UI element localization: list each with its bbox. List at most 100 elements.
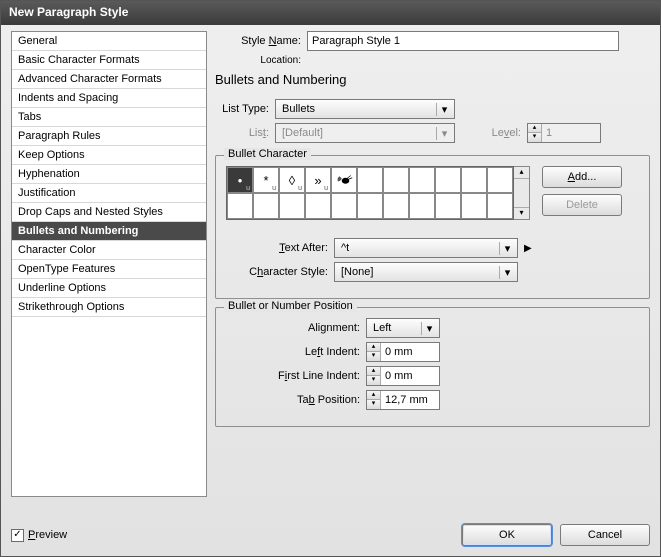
dialog-title: New Paragraph Style: [1, 1, 660, 25]
sidebar-item[interactable]: Keep Options: [12, 146, 206, 165]
bullet-char-cell[interactable]: »u: [305, 167, 331, 193]
text-after-row: Text After: ^t ▾ ▶: [226, 238, 639, 258]
sidebar-item[interactable]: Justification: [12, 184, 206, 203]
flyout-icon[interactable]: ▶: [524, 243, 532, 254]
char-style-row: Character Style: [None] ▾: [226, 262, 639, 282]
list-row: List: [Default] ▾ Level: ▴ ▾: [215, 123, 650, 143]
bullet-char-cell[interactable]: [461, 167, 487, 193]
tab-pos-label: Tab Position:: [226, 394, 366, 406]
sidebar-item[interactable]: Tabs: [12, 108, 206, 127]
category-list[interactable]: GeneralBasic Character FormatsAdvanced C…: [11, 31, 207, 497]
unicode-sub-icon: u: [324, 185, 328, 192]
sidebar-item[interactable]: Character Color: [12, 241, 206, 260]
ok-button[interactable]: OK: [462, 524, 552, 546]
bullet-char-cell[interactable]: [409, 167, 435, 193]
location-label: Location:: [215, 55, 307, 66]
bullet-char-cell[interactable]: [487, 167, 513, 193]
tab-pos-row: Tab Position: ▴▾: [226, 390, 639, 410]
spin-up-icon[interactable]: ▴: [367, 343, 380, 352]
left-indent-value[interactable]: [381, 343, 439, 361]
bullet-char-cell[interactable]: [409, 193, 435, 219]
list-type-row: List Type: Bullets ▾: [215, 99, 650, 119]
preview-checkbox[interactable]: ✓ Preview: [11, 529, 67, 542]
level-value: [542, 124, 600, 142]
bullet-char-cell[interactable]: [357, 193, 383, 219]
checkbox-icon: ✓: [11, 529, 24, 542]
bullet-char-cell[interactable]: [331, 193, 357, 219]
spin-up-icon: ▴: [528, 124, 541, 133]
bullet-char-grid[interactable]: •u*u◊u»u: [226, 166, 514, 220]
bullet-char-cell[interactable]: [435, 167, 461, 193]
left-indent-spin[interactable]: ▴▾: [366, 342, 440, 362]
tab-pos-value[interactable]: [381, 391, 439, 409]
scroll-up-icon[interactable]: ▴: [514, 167, 529, 179]
spin-down-icon[interactable]: ▾: [367, 400, 380, 409]
bullet-char-cell[interactable]: [383, 193, 409, 219]
sidebar-item[interactable]: General: [12, 32, 206, 51]
dialog-footer: ✓ Preview OK Cancel: [1, 518, 660, 556]
list-label: List:: [215, 127, 275, 139]
level-spin-buttons: ▴ ▾: [528, 124, 542, 142]
style-name-input[interactable]: [307, 31, 619, 51]
char-style-combo[interactable]: [None] ▾: [334, 262, 518, 282]
sidebar-item[interactable]: Drop Caps and Nested Styles: [12, 203, 206, 222]
spin-down-icon: ▾: [528, 133, 541, 142]
scroll-down-icon[interactable]: ▾: [514, 207, 529, 219]
level-spin: ▴ ▾: [527, 123, 601, 143]
char-style-value: [None]: [341, 266, 495, 278]
bullet-character-legend: Bullet Character: [224, 148, 311, 160]
bullet-char-cell[interactable]: [253, 193, 279, 219]
bullet-char-cell[interactable]: [461, 193, 487, 219]
chevron-down-icon: ▾: [499, 242, 515, 255]
bullet-char-cell[interactable]: [227, 193, 253, 219]
sidebar-item[interactable]: Paragraph Rules: [12, 127, 206, 146]
spin-up-icon[interactable]: ▴: [367, 367, 380, 376]
cancel-button[interactable]: Cancel: [560, 524, 650, 546]
bullet-character-fieldset: Bullet Character •u*u◊u»u ▴ ▾ Add...: [215, 155, 650, 299]
bullet-char-cell[interactable]: [435, 193, 461, 219]
sidebar-item[interactable]: Underline Options: [12, 279, 206, 298]
delete-button: Delete: [542, 194, 622, 216]
add-button[interactable]: Add...: [542, 166, 622, 188]
unicode-sub-icon: u: [246, 185, 250, 192]
sidebar-item[interactable]: Basic Character Formats: [12, 51, 206, 70]
sidebar-item[interactable]: Indents and Spacing: [12, 89, 206, 108]
bullet-char-cell[interactable]: ◊u: [279, 167, 305, 193]
sidebar-item[interactable]: Advanced Character Formats: [12, 70, 206, 89]
alignment-combo[interactable]: Left ▾: [366, 318, 440, 338]
chevron-down-icon: ▾: [436, 103, 452, 116]
bullet-char-cell[interactable]: [279, 193, 305, 219]
spin-down-icon[interactable]: ▾: [367, 376, 380, 385]
left-indent-row: Left Indent: ▴▾: [226, 342, 639, 362]
bullet-char-cell[interactable]: *u: [253, 167, 279, 193]
list-type-label: List Type:: [215, 103, 275, 115]
dialog-content: GeneralBasic Character FormatsAdvanced C…: [1, 25, 660, 518]
alignment-value: Left: [373, 322, 417, 334]
bullet-char-cell[interactable]: [383, 167, 409, 193]
unicode-sub-icon: u: [298, 185, 302, 192]
grid-scrollbar[interactable]: ▴ ▾: [514, 166, 530, 220]
bullet-char-cell[interactable]: •u: [227, 167, 253, 193]
style-name-row: Style Name:: [215, 31, 650, 51]
text-after-value: ^t: [341, 242, 495, 254]
first-line-spin[interactable]: ▴▾: [366, 366, 440, 386]
list-type-combo[interactable]: Bullets ▾: [275, 99, 455, 119]
sidebar-item[interactable]: Hyphenation: [12, 165, 206, 184]
alignment-label: Alignment:: [226, 322, 366, 334]
bullet-char-cell[interactable]: [357, 167, 383, 193]
first-line-value[interactable]: [381, 367, 439, 385]
sidebar-item[interactable]: Strikethrough Options: [12, 298, 206, 317]
bullet-char-cell[interactable]: [331, 167, 357, 193]
bullet-char-cell[interactable]: [487, 193, 513, 219]
left-indent-label: Left Indent:: [226, 346, 366, 358]
spin-up-icon[interactable]: ▴: [367, 391, 380, 400]
chevron-down-icon: ▾: [499, 266, 515, 279]
bullet-char-cell[interactable]: [305, 193, 331, 219]
sidebar-item[interactable]: Bullets and Numbering: [12, 222, 206, 241]
tab-pos-spin[interactable]: ▴▾: [366, 390, 440, 410]
text-after-combo[interactable]: ^t ▾: [334, 238, 518, 258]
spin-down-icon[interactable]: ▾: [367, 352, 380, 361]
sidebar-item[interactable]: OpenType Features: [12, 260, 206, 279]
position-legend: Bullet or Number Position: [224, 300, 357, 312]
list-combo: [Default] ▾: [275, 123, 455, 143]
